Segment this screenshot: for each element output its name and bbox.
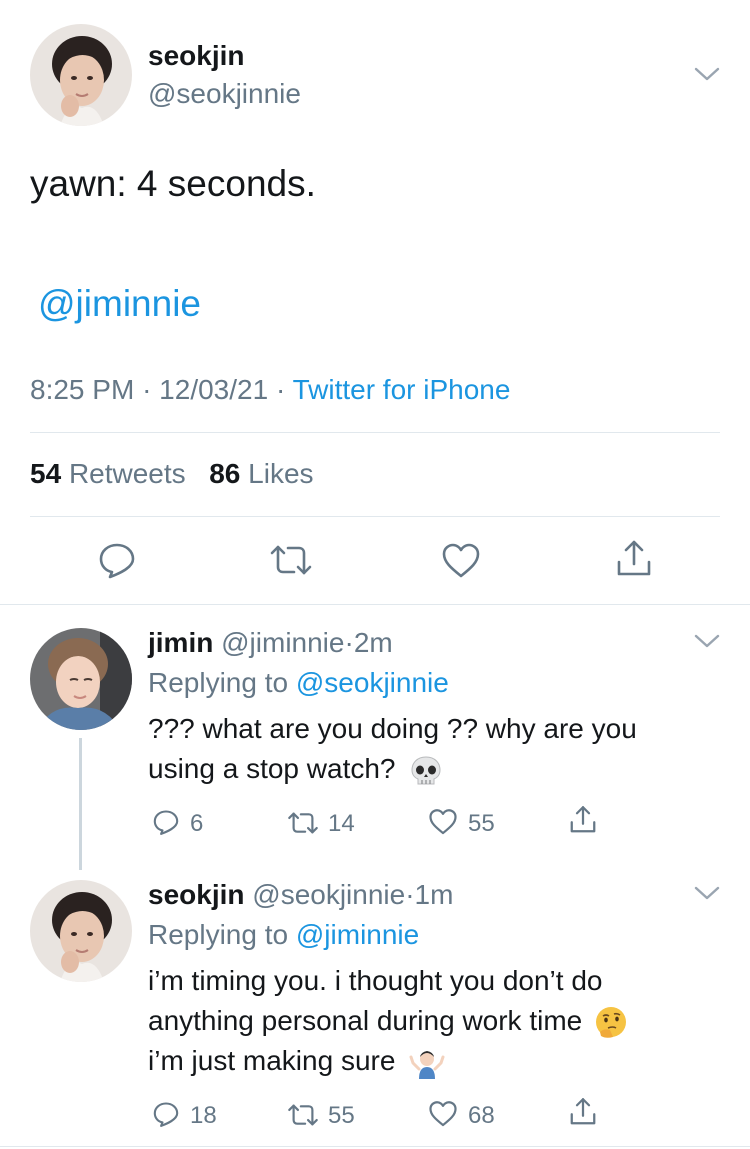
- reply-text: using a stop watch?: [148, 753, 396, 784]
- replying-to: Replying to @seokjinnie: [148, 667, 449, 699]
- reply-text-line2: using a stop watch?: [148, 753, 443, 787]
- reply-display-name[interactable]: seokjin: [148, 879, 244, 910]
- divider: [30, 432, 720, 433]
- likes-count: 86: [209, 458, 241, 489]
- divider: [0, 1146, 750, 1147]
- reply-icon[interactable]: [97, 540, 137, 580]
- divider: [0, 604, 750, 605]
- retweets-count: 54: [30, 458, 62, 489]
- reply-icon[interactable]: [152, 1100, 180, 1128]
- reply-handle[interactable]: @seokjinnie: [252, 879, 405, 910]
- display-name[interactable]: seokjin: [148, 40, 244, 72]
- meta-separator: ·: [275, 374, 286, 405]
- retweet-icon[interactable]: [286, 1102, 320, 1128]
- engagement-stats: 54 Retweets 86 Likes: [30, 458, 314, 490]
- tweet-date: 12/03/21: [159, 374, 269, 405]
- tweet-meta: 8:25 PM · 12/03/21 · Twitter for iPhone: [30, 374, 510, 406]
- reply-text-line3: i’m just making sure: [148, 1045, 445, 1079]
- replying-to-link[interactable]: @jiminnie: [296, 919, 419, 950]
- tweet-time: 8:25 PM: [30, 374, 135, 405]
- dot-separator: ·: [405, 879, 415, 910]
- reply-display-name[interactable]: jimin: [148, 627, 213, 658]
- avatar-jimin[interactable]: [30, 628, 132, 730]
- reply-text-line1: i’m timing you. i thought you don’t do: [148, 965, 603, 996]
- likes-stat[interactable]: 86 Likes: [209, 458, 313, 489]
- retweets-stat[interactable]: 54 Retweets: [30, 458, 186, 489]
- reply-age: 1m: [414, 879, 454, 910]
- reply-text-line2: anything personal during work time: [148, 1005, 628, 1040]
- likes-label: Likes: [248, 458, 314, 489]
- avatar-seokjin[interactable]: [30, 24, 132, 126]
- share-icon[interactable]: [568, 804, 598, 836]
- reply-age: 2m: [353, 627, 393, 658]
- mention-link[interactable]: @jiminnie: [38, 283, 201, 325]
- reply-header: seokjin @seokjinnie·1m: [148, 879, 453, 911]
- tweet-text: yawn: 4 seconds.: [30, 163, 316, 204]
- replying-label: Replying to: [148, 919, 289, 950]
- retweets-label: Retweets: [68, 458, 186, 489]
- chevron-down-icon[interactable]: [694, 633, 720, 649]
- divider: [30, 516, 720, 517]
- retweet-icon[interactable]: [268, 542, 314, 578]
- heart-icon[interactable]: [428, 808, 458, 836]
- like-count: 55: [468, 810, 495, 837]
- replying-to: Replying to @jiminnie: [148, 919, 419, 951]
- reply-count: 6: [190, 810, 204, 837]
- heart-icon[interactable]: [441, 542, 481, 580]
- reply-header: jimin @jiminnie·2m: [148, 627, 393, 659]
- skull-emoji: [411, 756, 441, 785]
- meta-separator: ·: [142, 374, 152, 405]
- handle[interactable]: @seokjinnie: [148, 78, 301, 110]
- reply-icon[interactable]: [152, 808, 180, 836]
- tweet-source-link[interactable]: Twitter for iPhone: [293, 374, 511, 405]
- retweet-icon[interactable]: [286, 810, 320, 836]
- reply-text-line1: ??? what are you doing ?? why are you: [148, 713, 637, 744]
- chevron-down-icon[interactable]: [694, 885, 720, 901]
- reply-count: 18: [190, 1102, 217, 1129]
- reply-text: i’m just making sure: [148, 1045, 396, 1076]
- thinking-face-emoji: [596, 1006, 627, 1038]
- person-shrugging-emoji: [409, 1050, 445, 1079]
- share-icon[interactable]: [568, 1096, 598, 1128]
- thread-connector: [79, 738, 82, 870]
- retweet-count: 55: [328, 1102, 355, 1129]
- heart-icon[interactable]: [428, 1100, 458, 1128]
- like-count: 68: [468, 1102, 495, 1129]
- dot-separator: ·: [344, 627, 354, 658]
- replying-label: Replying to: [148, 667, 289, 698]
- retweet-count: 14: [328, 810, 355, 837]
- share-icon[interactable]: [614, 538, 654, 580]
- chevron-down-icon[interactable]: [694, 66, 720, 82]
- reply-text: anything personal during work time: [148, 1005, 583, 1036]
- avatar-seokjin[interactable]: [30, 880, 132, 982]
- reply-handle[interactable]: @jiminnie: [221, 627, 344, 658]
- replying-to-link[interactable]: @seokjinnie: [296, 667, 449, 698]
